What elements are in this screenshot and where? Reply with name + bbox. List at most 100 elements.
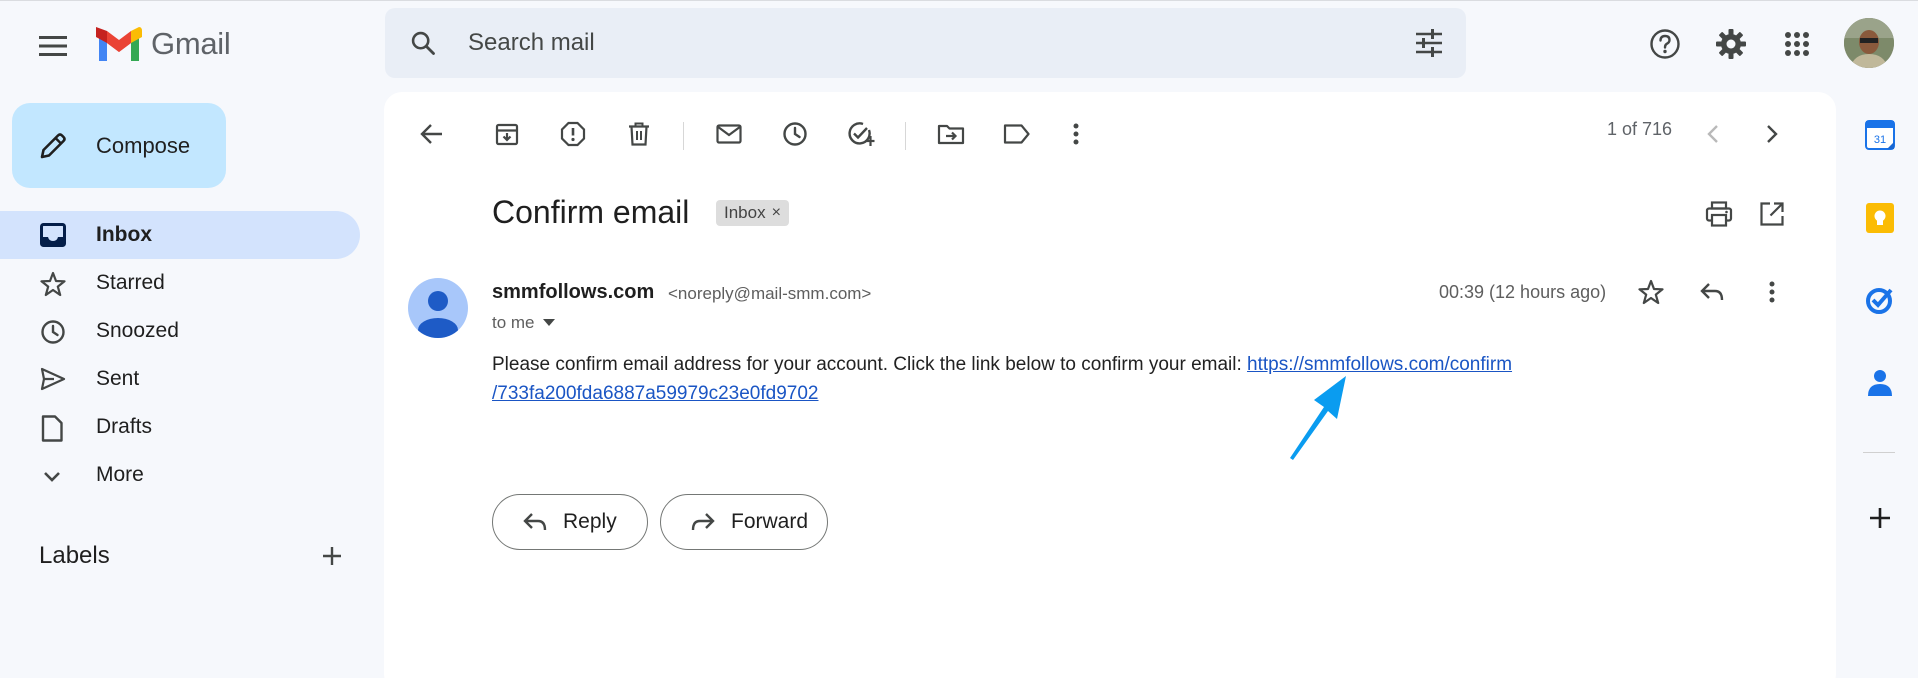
forward-button[interactable]: Forward (660, 494, 828, 550)
chevron-right-icon (1767, 125, 1778, 143)
sidebar-item-drafts[interactable]: Drafts (0, 403, 360, 451)
gmail-m-icon (96, 27, 142, 61)
gmail-logo[interactable]: Gmail (96, 26, 231, 62)
sidebar-item-sent[interactable]: Sent (0, 355, 360, 403)
snooze-button[interactable] (773, 112, 817, 156)
caret-down-icon (542, 319, 555, 326)
forward-icon (691, 513, 715, 531)
plus-icon (323, 547, 341, 565)
help-icon (1650, 29, 1680, 59)
back-button[interactable] (410, 112, 454, 156)
calendar-day: 31 (1874, 134, 1886, 146)
sidebar-item-starred[interactable]: Starred (0, 259, 360, 307)
move-to-icon (937, 124, 965, 145)
reply-label: Reply (563, 510, 617, 533)
sidebar-item-snoozed[interactable]: Snoozed (0, 307, 360, 355)
star-button[interactable] (1629, 270, 1673, 314)
sidebar-item-label: Snoozed (96, 319, 179, 342)
pencil-icon (40, 133, 66, 159)
email-body: Please confirm email address for your ac… (492, 350, 1542, 408)
older-button[interactable] (1750, 112, 1794, 156)
snooze-icon (783, 122, 807, 146)
print-icon (1705, 201, 1733, 227)
toolbar-divider (905, 122, 906, 150)
reply-icon (523, 513, 547, 531)
sender-name[interactable]: smmfollows.com (492, 281, 654, 304)
sidebar-item-more[interactable]: More (0, 451, 360, 499)
close-icon[interactable]: × (772, 204, 781, 222)
open-new-window-button[interactable] (1750, 192, 1794, 236)
email-timestamp: 00:39 (12 hours ago) (1439, 282, 1607, 302)
message-more-button[interactable] (1750, 270, 1794, 314)
labels-button[interactable] (995, 112, 1039, 156)
calendar-button[interactable]: 31 (1862, 117, 1898, 153)
message-view: 1 of 716 Confirm email Inbox × smmfollow… (384, 92, 1836, 678)
pointer-arrow-icon (1290, 376, 1346, 460)
app-name: Gmail (151, 26, 231, 61)
sidebar-item-label: Sent (96, 367, 140, 390)
open-in-new-icon (1760, 202, 1784, 226)
help-button[interactable] (1643, 22, 1687, 66)
search-input[interactable] (468, 25, 1328, 61)
sidebar-item-label: Starred (96, 271, 165, 294)
contacts-icon (1868, 370, 1892, 396)
top-border (0, 0, 1918, 1)
body-text: Please confirm email address for your ac… (492, 354, 1248, 375)
confirm-link-continued[interactable]: /733fa200fda6887a59979c23e0fd9702 (492, 383, 819, 404)
report-spam-button[interactable] (551, 112, 595, 156)
move-to-button[interactable] (929, 112, 973, 156)
sidebar-item-inbox[interactable]: Inbox (0, 211, 360, 259)
reply-button[interactable]: Reply (492, 494, 648, 550)
google-apps-button[interactable] (1775, 22, 1819, 66)
get-addons-button[interactable] (1862, 500, 1898, 536)
settings-icon (1716, 29, 1746, 59)
more-vert-icon (1073, 123, 1079, 145)
search-icon[interactable] (409, 29, 437, 57)
delete-button[interactable] (617, 112, 661, 156)
tasks-icon (1866, 288, 1893, 314)
account-avatar[interactable] (1844, 18, 1894, 68)
account-photo (1844, 18, 1894, 68)
recipient-details[interactable]: to me (492, 313, 555, 333)
plus-icon (1870, 508, 1890, 528)
keep-button[interactable] (1862, 200, 1898, 236)
more-vert-icon (1769, 281, 1775, 303)
archive-button[interactable] (485, 112, 529, 156)
menu-icon (39, 36, 67, 56)
label-icon (1003, 124, 1030, 144)
create-label-button[interactable] (316, 540, 348, 572)
tasks-button[interactable] (1862, 282, 1898, 318)
clock-icon (41, 320, 65, 344)
newer-button[interactable] (1691, 112, 1735, 156)
star-icon (1638, 279, 1664, 305)
archive-icon (495, 123, 519, 146)
forward-label: Forward (731, 510, 809, 533)
confirm-link[interactable]: https://smmfollows.com/confirm (1247, 354, 1512, 375)
chevron-left-icon (1707, 125, 1718, 143)
email-subject: Confirm email (492, 194, 690, 230)
main-menu-button[interactable] (31, 24, 75, 68)
add-to-tasks-button[interactable] (839, 112, 883, 156)
sender-email: <noreply@mail-smm.com> (668, 284, 872, 303)
label-chip-text: Inbox (724, 203, 766, 222)
contacts-button[interactable] (1862, 365, 1898, 401)
side-panel-divider (1863, 452, 1895, 453)
print-button[interactable] (1697, 192, 1741, 236)
mark-unread-button[interactable] (707, 112, 751, 156)
sidebar-item-label: Inbox (96, 223, 152, 246)
compose-button[interactable]: Compose (12, 103, 226, 188)
person-icon (418, 291, 458, 338)
label-chip[interactable]: Inbox × (716, 200, 789, 226)
sender-avatar[interactable] (408, 278, 468, 338)
more-options-button[interactable] (1054, 112, 1098, 156)
labels-heading: Labels (39, 542, 110, 569)
reply-icon-button[interactable] (1690, 270, 1734, 314)
tune-icon[interactable] (1414, 29, 1444, 57)
sidebar-item-label: Drafts (96, 415, 153, 438)
pagination-count: 1 of 716 (1607, 119, 1673, 139)
chevron-down-icon (44, 472, 60, 482)
settings-button[interactable] (1709, 22, 1753, 66)
add-task-icon (848, 122, 875, 146)
reply-icon (1700, 283, 1724, 301)
search-bar[interactable] (385, 8, 1466, 78)
